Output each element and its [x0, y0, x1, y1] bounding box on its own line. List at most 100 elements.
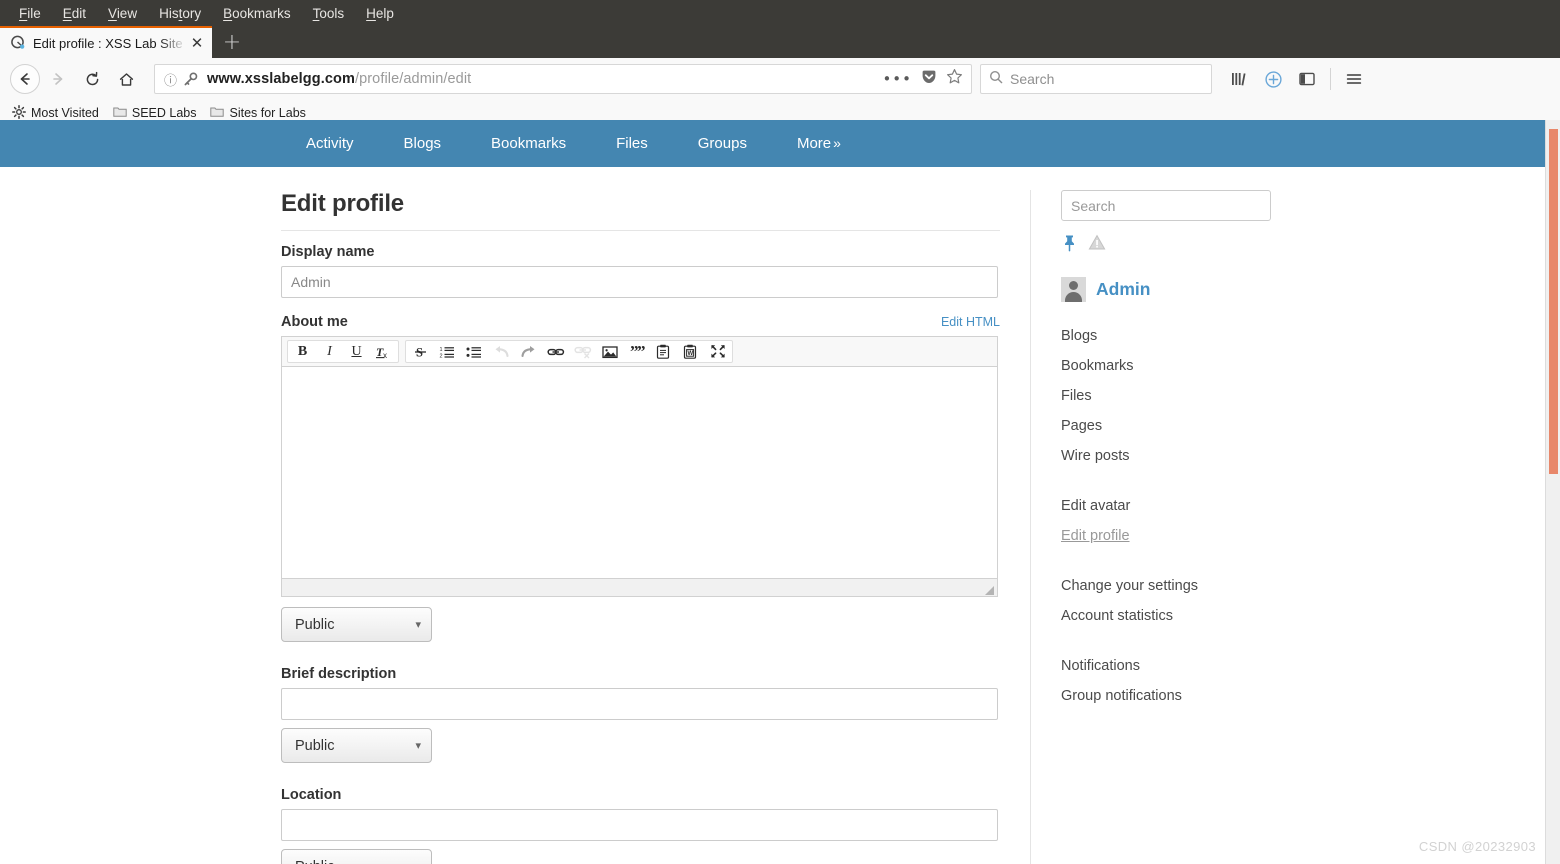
avatar[interactable] [1061, 277, 1086, 302]
menu-file[interactable]: File [8, 3, 52, 24]
site-nav-activity[interactable]: Activity [281, 120, 379, 167]
bookmark-seed-labs[interactable]: SEED Labs [113, 105, 197, 121]
browser-tab[interactable]: Edit profile : XSS Lab Site ✕ [0, 26, 212, 58]
folder-icon [210, 105, 225, 121]
edit-html-link[interactable]: Edit HTML [941, 315, 1000, 329]
editor-resize-grip[interactable] [984, 583, 995, 595]
rich-text-editor: B I U Tx S 12 [281, 336, 998, 597]
menu-history[interactable]: History [148, 3, 212, 24]
browser-search-bar[interactable]: Search [980, 64, 1212, 94]
unlink-icon[interactable] [569, 341, 596, 362]
bookmark-sites-for-labs[interactable]: Sites for Labs [210, 105, 306, 121]
bookmark-most-visited[interactable]: Most Visited [12, 104, 99, 122]
location-access-select[interactable]: Public ▾ [281, 849, 432, 864]
url-bar[interactable]: ⓘ www.xsslabelgg.com/profile/admin/edit … [154, 64, 972, 94]
bookmark-label: Most Visited [31, 106, 99, 120]
site-nav-blogs[interactable]: Blogs [379, 120, 467, 167]
sidebar-item-notifications[interactable]: Notifications [1061, 658, 1310, 674]
menu-edit[interactable]: Edit [52, 3, 97, 24]
page-body: Edit profile Display name Admin About me… [0, 167, 1560, 864]
reload-button-icon[interactable] [76, 63, 108, 95]
menu-view[interactable]: View [97, 3, 148, 24]
numbered-list-icon[interactable]: 12 [434, 341, 461, 362]
warning-icon[interactable] [1088, 234, 1106, 256]
page-actions-icon[interactable]: ••• [882, 71, 912, 86]
sidebar-item-blogs[interactable]: Blogs [1061, 328, 1310, 344]
redo-icon[interactable] [515, 341, 542, 362]
paste-icon[interactable] [650, 341, 677, 362]
site-nav-files[interactable]: Files [591, 120, 673, 167]
site-nav-more-label: More [796, 135, 832, 152]
remove-format-icon[interactable]: Tx [370, 341, 397, 362]
display-name-input[interactable]: Admin [281, 266, 998, 298]
navigation-toolbar: ⓘ www.xsslabelgg.com/profile/admin/edit … [0, 58, 1560, 100]
sidebar-item-group-notifications[interactable]: Group notifications [1061, 688, 1310, 704]
paste-word-icon[interactable]: W [677, 341, 704, 362]
brief-description-input[interactable] [281, 688, 998, 720]
italic-icon[interactable]: I [316, 341, 343, 362]
bold-icon[interactable]: B [289, 341, 316, 362]
url-actions: ••• [882, 68, 965, 90]
sidebar-user[interactable]: Admin [1061, 277, 1310, 302]
scrollbar-thumb[interactable] [1549, 129, 1558, 474]
toolbar-divider [1330, 68, 1331, 90]
about-me-label: About me [281, 314, 348, 330]
tab-close-icon[interactable]: ✕ [188, 35, 206, 51]
sidebar-toggle-icon[interactable] [1292, 64, 1322, 94]
svg-text:2: 2 [440, 353, 443, 358]
url-path: /profile/admin/edit [354, 71, 472, 87]
pin-icon[interactable] [1061, 234, 1078, 257]
chevron-down-icon: ▾ [415, 860, 421, 864]
site-info-icon[interactable]: ⓘ [164, 70, 177, 89]
login-key-icon [183, 72, 198, 87]
sidebar-item-wire-posts[interactable]: Wire posts [1061, 448, 1310, 464]
menu-bookmarks[interactable]: Bookmarks [212, 3, 302, 24]
tab-strip: Edit profile : XSS Lab Site ✕ + [0, 26, 1560, 58]
bookmark-star-icon[interactable] [946, 68, 963, 90]
site-nav-groups[interactable]: Groups [673, 120, 772, 167]
pocket-icon[interactable] [921, 69, 937, 90]
bookmark-label: Sites for Labs [229, 106, 306, 120]
sidebar-user-name[interactable]: Admin [1096, 279, 1150, 300]
sidebar-item-bookmarks[interactable]: Bookmarks [1061, 358, 1310, 374]
location-access-value: Public [295, 859, 335, 864]
site-nav-more[interactable]: More» [772, 120, 859, 167]
blockquote-icon[interactable]: ”” [623, 341, 650, 362]
back-button-icon[interactable] [10, 64, 40, 94]
bookmark-label: SEED Labs [131, 106, 197, 120]
hamburger-menu-icon[interactable] [1339, 64, 1369, 94]
menu-tools[interactable]: Tools [302, 3, 356, 24]
sidebar-item-edit-avatar[interactable]: Edit avatar [1061, 498, 1310, 514]
menu-help[interactable]: Help [355, 3, 405, 24]
library-icon[interactable] [1224, 64, 1254, 94]
strikethrough-icon[interactable]: S [407, 341, 434, 362]
sidebar-item-files[interactable]: Files [1061, 388, 1310, 404]
home-button-icon[interactable] [110, 63, 142, 95]
chevron-down-icon: ▾ [415, 618, 421, 631]
site-nav-bookmarks[interactable]: Bookmarks [466, 120, 591, 167]
main-content: Edit profile Display name Admin About me… [281, 190, 1000, 864]
link-icon[interactable] [542, 341, 569, 362]
undo-icon[interactable] [488, 341, 515, 362]
image-icon[interactable] [596, 341, 623, 362]
location-input[interactable] [281, 809, 998, 841]
sidebar-item-change-settings[interactable]: Change your settings [1061, 578, 1310, 594]
brief-description-access-select[interactable]: Public ▾ [281, 728, 432, 763]
bulleted-list-icon[interactable] [461, 341, 488, 362]
about-me-access-select[interactable]: Public ▾ [281, 607, 432, 642]
sync-account-icon[interactable] [1258, 64, 1288, 94]
fullscreen-icon[interactable] [704, 341, 731, 362]
display-name-value: Admin [291, 274, 331, 290]
sidebar-item-pages[interactable]: Pages [1061, 418, 1310, 434]
new-tab-button[interactable]: + [212, 26, 252, 58]
sidebar-item-account-statistics[interactable]: Account statistics [1061, 608, 1310, 624]
underline-icon[interactable]: U [343, 341, 370, 362]
sidebar-item-edit-profile[interactable]: Edit profile [1061, 528, 1310, 544]
tab-title: Edit profile : XSS Lab Site [33, 35, 183, 51]
editor-footer [281, 579, 998, 597]
page-scrollbar[interactable] [1545, 120, 1560, 864]
brief-description-label: Brief description [281, 666, 397, 682]
about-me-editor-body[interactable] [281, 367, 998, 579]
sidebar-search-input[interactable]: Search [1061, 190, 1271, 221]
